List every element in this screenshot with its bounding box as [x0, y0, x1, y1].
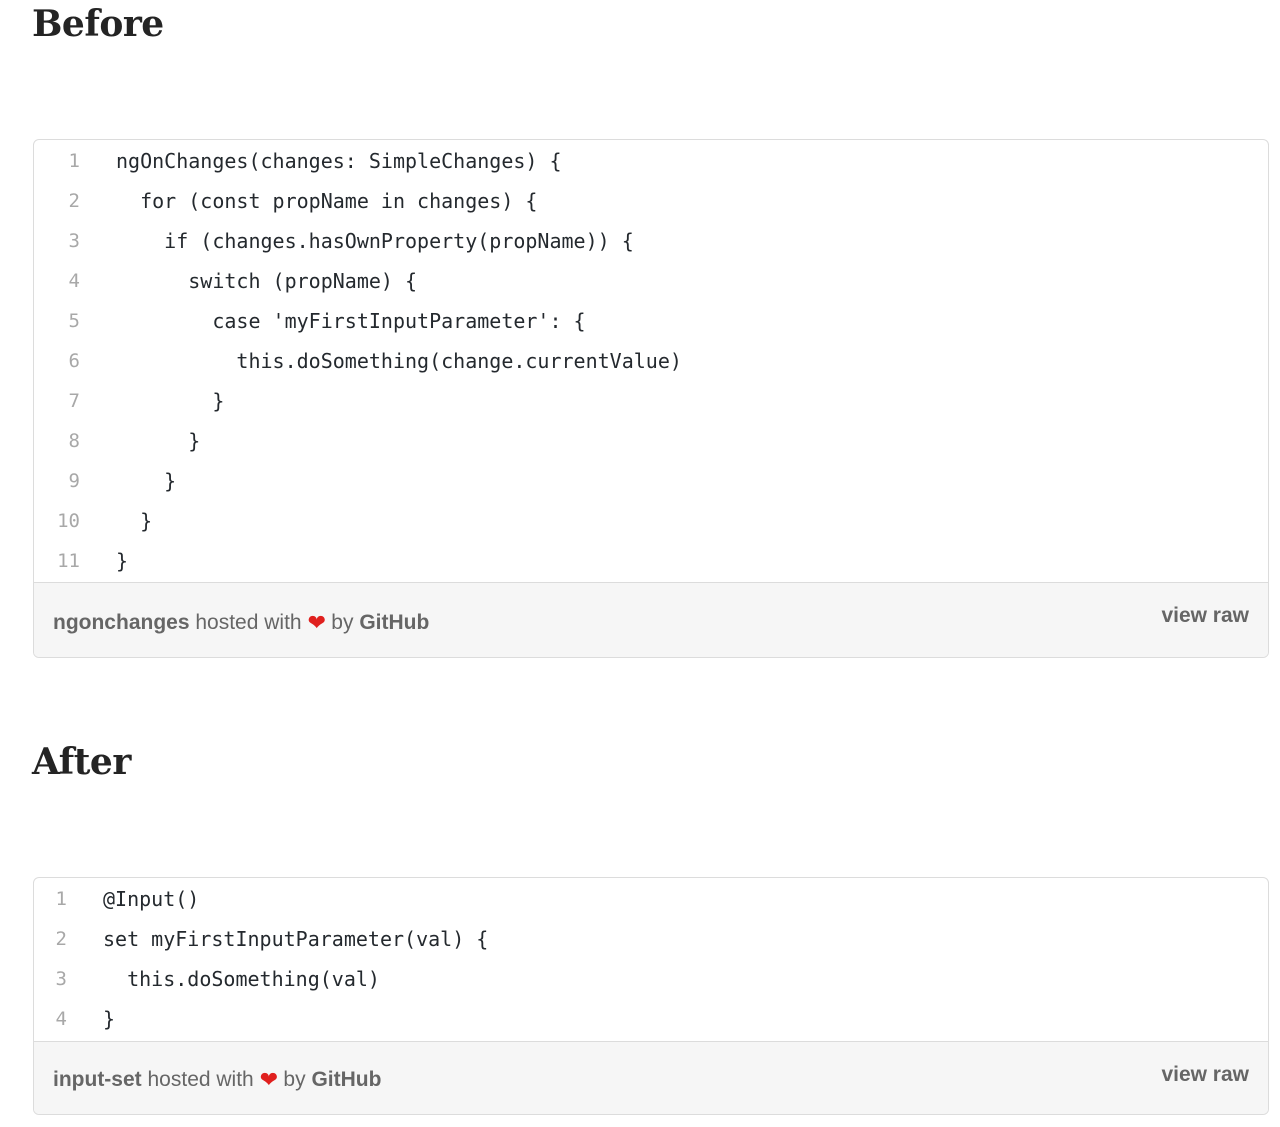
code-text: for (const propName in changes) { — [116, 189, 538, 213]
hosted-with-text: hosted with — [147, 1068, 254, 1091]
line-number[interactable]: 10 — [34, 510, 80, 532]
code-text: } — [116, 389, 225, 413]
code-text: } — [116, 469, 177, 493]
code-line: 1 ngOnChanges(changes: SimpleChanges) { — [34, 141, 1268, 181]
code-text: ngOnChanges(changes: SimpleChanges) { — [116, 149, 562, 173]
code-text: switch (propName) { — [116, 269, 418, 293]
heading-after: After — [32, 741, 131, 783]
code-line: 5 case 'myFirstInputParameter': { — [34, 301, 1268, 341]
line-number[interactable]: 4 — [34, 1008, 67, 1030]
gist-embed-ngonchanges: 1 ngOnChanges(changes: SimpleChanges) { 2… — [33, 139, 1269, 658]
line-number[interactable]: 11 — [34, 550, 80, 572]
code-line: 2 for (const propName in changes) { — [34, 181, 1268, 221]
line-number[interactable]: 5 — [34, 310, 80, 332]
line-number[interactable]: 3 — [34, 230, 80, 252]
gist-file-link[interactable]: ngonchanges — [53, 611, 190, 634]
code-text: set myFirstInputParameter(val) { — [103, 927, 489, 951]
code-line: 9 } — [34, 461, 1268, 501]
code-line: 11} — [34, 541, 1268, 581]
code-text: if (changes.hasOwnProperty(propName)) { — [116, 229, 634, 253]
code-text: } — [116, 509, 153, 533]
code-text: case 'myFirstInputParameter': { — [116, 309, 586, 333]
code-text: this.doSomething(val) — [103, 967, 380, 991]
line-number[interactable]: 2 — [34, 928, 67, 950]
code-line: 1 @Input() — [34, 879, 1268, 919]
gist-embed-input-set: 1 @Input() 2 set myFirstInputParameter(val… — [33, 877, 1269, 1115]
code-text: } — [103, 1007, 116, 1031]
gist-file-link[interactable]: input-set — [53, 1068, 142, 1091]
line-number[interactable]: 1 — [34, 150, 80, 172]
gist-footer: ngonchanges hosted with ❤ by GitHub view… — [34, 582, 1268, 657]
code-line: 3 this.doSomething(val) — [34, 959, 1268, 999]
code-text: } — [116, 429, 201, 453]
code-line: 3 if (changes.hasOwnProperty(propName)) … — [34, 221, 1268, 261]
code-text: } — [116, 549, 129, 573]
github-link[interactable]: GitHub — [359, 611, 429, 634]
line-number[interactable]: 3 — [34, 968, 67, 990]
code-line: 4 switch (propName) { — [34, 261, 1268, 301]
code-line: 4} — [34, 999, 1268, 1039]
gist-credit: input-set hosted with ❤ by GitHub — [53, 1068, 381, 1092]
code-line: 2 set myFirstInputParameter(val) { — [34, 919, 1268, 959]
line-number[interactable]: 7 — [34, 390, 80, 412]
code-text: this.doSomething(change.currentValue) — [116, 349, 682, 373]
line-number[interactable]: 6 — [34, 350, 80, 372]
github-link[interactable]: GitHub — [311, 1068, 381, 1091]
heart-icon: ❤ — [259, 1067, 279, 1092]
code-block: 1 ngOnChanges(changes: SimpleChanges) { 2… — [34, 140, 1268, 581]
view-raw-link[interactable]: view raw — [1161, 604, 1249, 628]
code-text: @Input() — [103, 887, 200, 911]
heading-before: Before — [32, 3, 164, 45]
gist-footer: input-set hosted with ❤ by GitHub view r… — [34, 1041, 1268, 1114]
line-number[interactable]: 8 — [34, 430, 80, 452]
by-text: by — [331, 611, 354, 634]
gist-credit: ngonchanges hosted with ❤ by GitHub — [53, 611, 429, 635]
line-number[interactable]: 2 — [34, 190, 80, 212]
line-number[interactable]: 1 — [34, 888, 67, 910]
code-line: 7 } — [34, 381, 1268, 421]
view-raw-link[interactable]: view raw — [1161, 1063, 1249, 1087]
hosted-with-text: hosted with — [195, 611, 302, 634]
code-line: 10 } — [34, 501, 1268, 541]
heart-icon: ❤ — [307, 610, 326, 635]
by-text: by — [283, 1068, 306, 1091]
line-number[interactable]: 4 — [34, 270, 80, 292]
code-block: 1 @Input() 2 set myFirstInputParameter(val… — [34, 878, 1268, 1039]
code-line: 8 } — [34, 421, 1268, 461]
line-number[interactable]: 9 — [34, 470, 80, 492]
code-line: 6 this.doSomething(change.currentValue) — [34, 341, 1268, 381]
